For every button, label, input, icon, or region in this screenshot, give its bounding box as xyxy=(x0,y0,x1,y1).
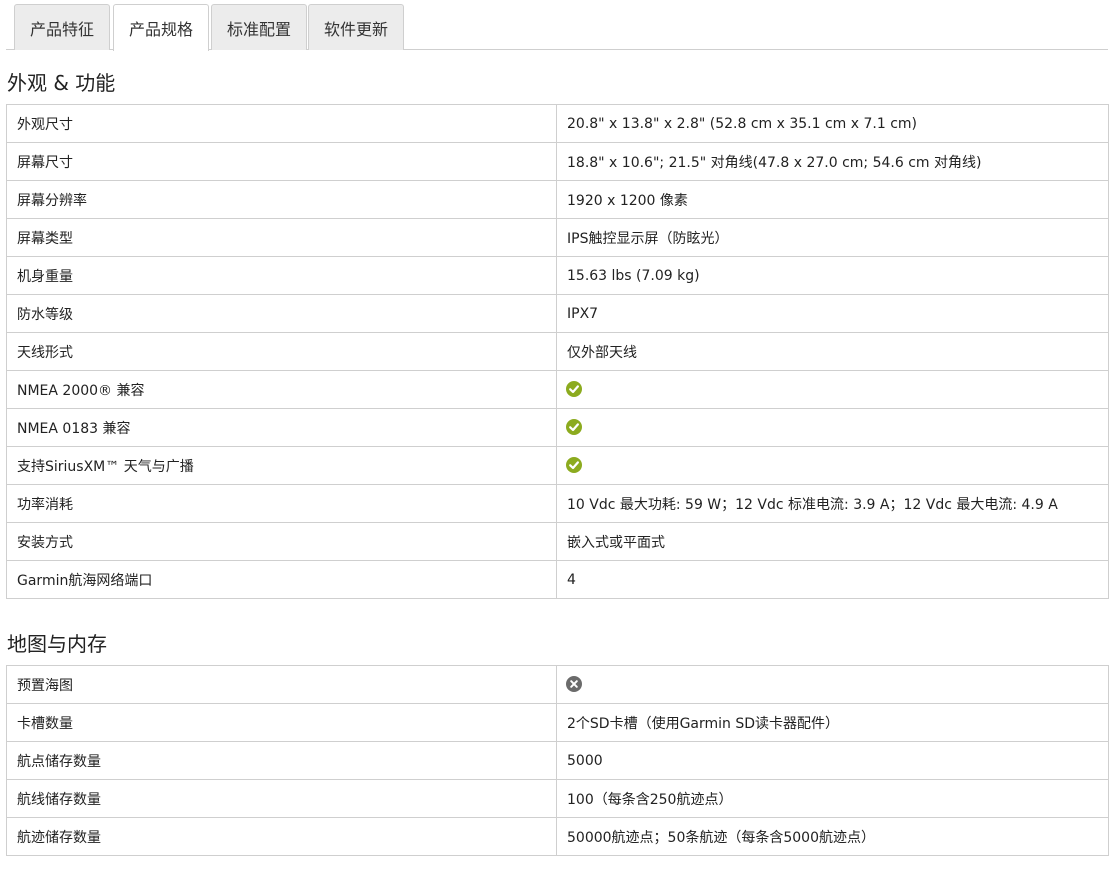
spec-row: 航迹储存数量 50000航迹点；50条航迹（每条含5000航迹点） xyxy=(6,817,1109,856)
spec-row: 航点储存数量 5000 xyxy=(6,741,1109,780)
spec-value: 15.63 lbs (7.09 kg) xyxy=(556,256,1109,295)
spec-label: 航迹储存数量 xyxy=(6,817,557,856)
spec-row: 卡槽数量 2个SD卡槽（使用Garmin SD读卡器配件） xyxy=(6,703,1109,742)
tab-software-update[interactable]: 软件更新 xyxy=(308,4,404,50)
spec-label: NMEA 2000® 兼容 xyxy=(6,370,557,409)
spec-label: NMEA 0183 兼容 xyxy=(6,408,557,447)
spec-value: 仅外部天线 xyxy=(556,332,1109,371)
spec-row: 航线储存数量 100（每条含250航迹点） xyxy=(6,779,1109,818)
spec-row: 外观尺寸 20.8" x 13.8" x 2.8" (52.8 cm x 35.1… xyxy=(6,104,1109,143)
check-circle-icon xyxy=(566,456,582,473)
spec-label: 防水等级 xyxy=(6,294,557,333)
tab-standard-config[interactable]: 标准配置 xyxy=(211,4,307,50)
spec-value: 2个SD卡槽（使用Garmin SD读卡器配件） xyxy=(556,703,1109,742)
spec-label: 屏幕分辨率 xyxy=(6,180,557,219)
spec-row: 屏幕类型 IPS触控显示屏（防眩光） xyxy=(6,218,1109,257)
spec-value: 嵌入式或平面式 xyxy=(556,522,1109,561)
spec-row: Garmin航海网络端口 4 xyxy=(6,560,1109,599)
x-circle-icon xyxy=(566,675,582,692)
spec-row: 功率消耗 10 Vdc 最大功耗: 59 W；12 Vdc 标准电流: 3.9 A… xyxy=(6,484,1109,523)
spec-label: 机身重量 xyxy=(6,256,557,295)
spec-label: 卡槽数量 xyxy=(6,703,557,742)
spec-label: 安装方式 xyxy=(6,522,557,561)
spec-value: IPS触控显示屏（防眩光） xyxy=(556,218,1109,257)
spec-label: 功率消耗 xyxy=(6,484,557,523)
spec-label: 屏幕类型 xyxy=(6,218,557,257)
spec-value: IPX7 xyxy=(556,294,1109,333)
spec-value: 18.8" x 10.6"; 21.5" 对角线(47.8 x 27.0 cm;… xyxy=(556,142,1109,181)
spec-row: 支持SiriusXM™ 天气与广播 xyxy=(6,446,1109,485)
spec-table-appearance: 外观尺寸 20.8" x 13.8" x 2.8" (52.8 cm x 35.1… xyxy=(6,104,1109,599)
spec-label: 天线形式 xyxy=(6,332,557,371)
tab-bar: 产品特征 产品规格 标准配置 软件更新 xyxy=(6,4,1108,51)
spec-row: 屏幕分辨率 1920 x 1200 像素 xyxy=(6,180,1109,219)
spec-value: 100（每条含250航迹点） xyxy=(556,779,1109,818)
spec-label: 预置海图 xyxy=(6,665,557,704)
spec-row: 机身重量 15.63 lbs (7.09 kg) xyxy=(6,256,1109,295)
spec-label: 外观尺寸 xyxy=(6,104,557,143)
spec-value: 5000 xyxy=(556,741,1109,780)
spec-row: NMEA 2000® 兼容 xyxy=(6,370,1109,409)
spec-label: 支持SiriusXM™ 天气与广播 xyxy=(6,446,557,485)
spec-label: 航线储存数量 xyxy=(6,779,557,818)
spec-value: 50000航迹点；50条航迹（每条含5000航迹点） xyxy=(556,817,1109,856)
check-circle-icon xyxy=(566,418,582,435)
spec-label: Garmin航海网络端口 xyxy=(6,560,557,599)
spec-row: 防水等级 IPX7 xyxy=(6,294,1109,333)
tab-specs[interactable]: 产品规格 xyxy=(113,4,209,51)
spec-row: 预置海图 xyxy=(6,665,1109,704)
spec-value xyxy=(556,370,1109,409)
spec-value: 10 Vdc 最大功耗: 59 W；12 Vdc 标准电流: 3.9 A；12 … xyxy=(556,484,1109,523)
tab-features[interactable]: 产品特征 xyxy=(14,4,110,50)
spec-label: 航点储存数量 xyxy=(6,741,557,780)
spec-value: 1920 x 1200 像素 xyxy=(556,180,1109,219)
spec-value xyxy=(556,408,1109,447)
section-title-maps-memory: 地图与内存 xyxy=(7,632,107,656)
spec-row: 屏幕尺寸 18.8" x 10.6"; 21.5" 对角线(47.8 x 27.0… xyxy=(6,142,1109,181)
spec-value xyxy=(556,446,1109,485)
spec-value xyxy=(556,665,1109,704)
spec-row: 天线形式 仅外部天线 xyxy=(6,332,1109,371)
spec-value: 20.8" x 13.8" x 2.8" (52.8 cm x 35.1 cm … xyxy=(556,104,1109,143)
section-title-appearance: 外观 & 功能 xyxy=(7,71,116,95)
spec-row: 安装方式 嵌入式或平面式 xyxy=(6,522,1109,561)
spec-table-maps-memory: 预置海图 卡槽数量 2个SD卡槽（使用Garmin SD读卡器配件） 航点储存数量 50… xyxy=(6,665,1109,856)
spec-label: 屏幕尺寸 xyxy=(6,142,557,181)
check-circle-icon xyxy=(566,380,582,397)
spec-row: NMEA 0183 兼容 xyxy=(6,408,1109,447)
spec-value: 4 xyxy=(556,560,1109,599)
